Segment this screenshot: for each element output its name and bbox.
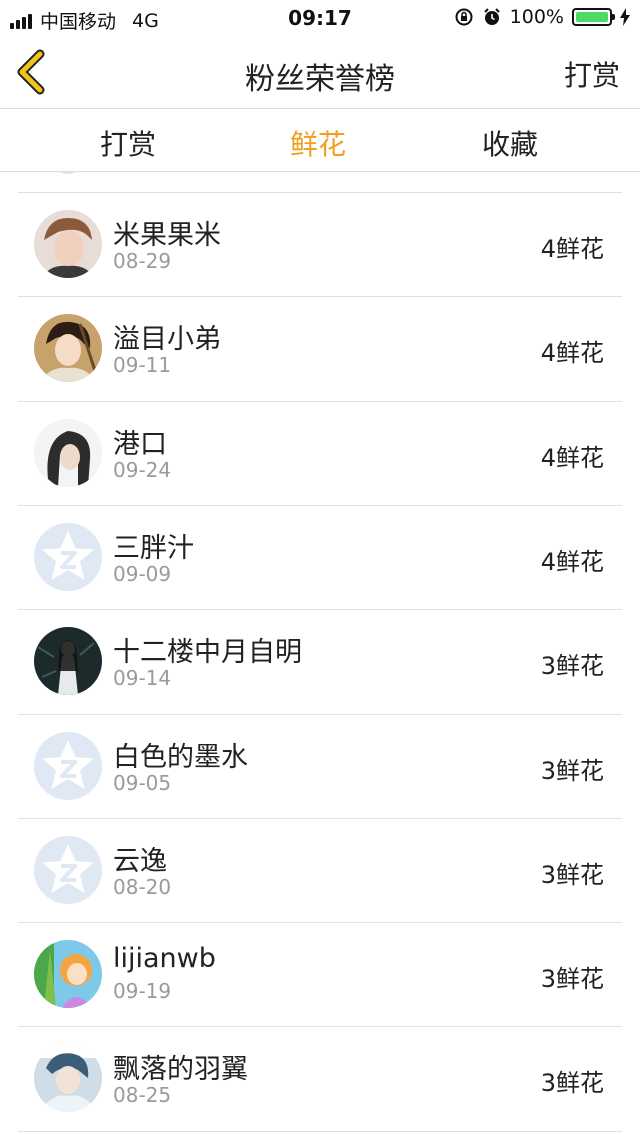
- fan-name: 三胖汁: [113, 532, 194, 564]
- avatar[interactable]: [34, 731, 102, 800]
- list-item[interactable]: 米果果米 08-29 4鲜花: [18, 192, 622, 296]
- rotation-lock-icon: [455, 8, 473, 26]
- fan-name: 飘落的羽翼: [113, 1054, 248, 1086]
- tab-reward[interactable]: 打赏: [28, 123, 228, 163]
- avatar[interactable]: [34, 314, 102, 383]
- fan-name: lijianwb: [113, 943, 216, 975]
- fan-list: 米果果米 08-29 4鲜花 溢目小弟 09-11 4鲜花 港口 09-24 4鲜花 三胖汁 09-…: [0, 172, 640, 1139]
- flower-count: 3鲜花: [540, 1069, 604, 1098]
- list-item[interactable]: lijianwb 09-19 3鲜花: [18, 922, 622, 1026]
- fan-date: 09-11: [113, 353, 172, 378]
- flower-count: 3鲜花: [540, 652, 604, 681]
- flower-count: 3鲜花: [540, 756, 604, 785]
- fan-date: 09-14: [113, 666, 172, 691]
- fan-name: 米果果米: [113, 220, 221, 251]
- avatar[interactable]: [34, 210, 102, 278]
- flower-count: 4鲜花: [540, 547, 604, 576]
- list-item[interactable]: 十二楼中月自明 09-14 3鲜花: [18, 609, 622, 713]
- reward-button[interactable]: 打赏: [564, 54, 620, 94]
- list-item[interactable]: 港口 09-24 4鲜花: [18, 400, 622, 505]
- fan-date: 09-05: [113, 770, 172, 795]
- fan-name: 白色的墨水: [113, 741, 248, 773]
- avatar: [50, 172, 86, 174]
- fan-name: 溢目小弟: [113, 324, 221, 356]
- list-item[interactable]: 云逸 08-20 3鲜花: [18, 817, 622, 922]
- flower-count: 4鲜花: [540, 339, 604, 368]
- tab-favorites[interactable]: 收藏: [410, 123, 610, 163]
- status-right: 100%: [454, 6, 630, 28]
- fan-name: 十二楼中月自明: [113, 637, 302, 669]
- fan-date: 09-19: [113, 979, 172, 1004]
- list-item[interactable]: 白色的墨水 09-05 3鲜花: [18, 713, 622, 818]
- avatar[interactable]: [34, 940, 102, 1009]
- fan-date: 08-29: [113, 249, 172, 273]
- battery-percent: 100%: [509, 6, 564, 28]
- fan-date: 09-24: [113, 457, 172, 482]
- list-item[interactable]: 三胖汁 09-09 4鲜花: [18, 504, 622, 609]
- list-divider: [18, 1130, 622, 1133]
- flower-count: 3鲜花: [540, 860, 604, 889]
- battery-icon: [572, 8, 615, 26]
- list-item[interactable]: 飘落的羽翼 08-25 3鲜花: [18, 1026, 622, 1130]
- alarm-icon: [483, 8, 500, 25]
- avatar[interactable]: [34, 627, 102, 696]
- list-item[interactable]: 溢目小弟 09-11 4鲜花: [18, 296, 622, 400]
- fan-date: 09-09: [113, 561, 172, 586]
- flower-count: 4鲜花: [540, 443, 604, 472]
- page-title: 粉丝荣誉榜: [245, 62, 395, 97]
- tab-flowers[interactable]: 鲜花: [218, 123, 418, 163]
- flower-count: 4鲜花: [540, 235, 604, 263]
- fan-name: 港口: [113, 428, 167, 460]
- fan-date: 08-20: [113, 874, 172, 899]
- flower-count: 3鲜花: [540, 965, 604, 994]
- tab-bar: 打赏 鲜花 收藏: [0, 109, 640, 172]
- avatar[interactable]: [34, 418, 102, 487]
- avatar[interactable]: [34, 522, 102, 591]
- avatar[interactable]: [34, 1044, 102, 1113]
- fan-name: 云逸: [113, 845, 167, 877]
- charging-bolt-icon: [620, 8, 630, 26]
- status-bar: 中国移动 4G 09:17 100%: [0, 0, 640, 36]
- fan-date: 08-25: [113, 1083, 172, 1108]
- avatar[interactable]: [34, 835, 102, 904]
- nav-bar: 粉丝荣誉榜 打赏: [0, 36, 640, 109]
